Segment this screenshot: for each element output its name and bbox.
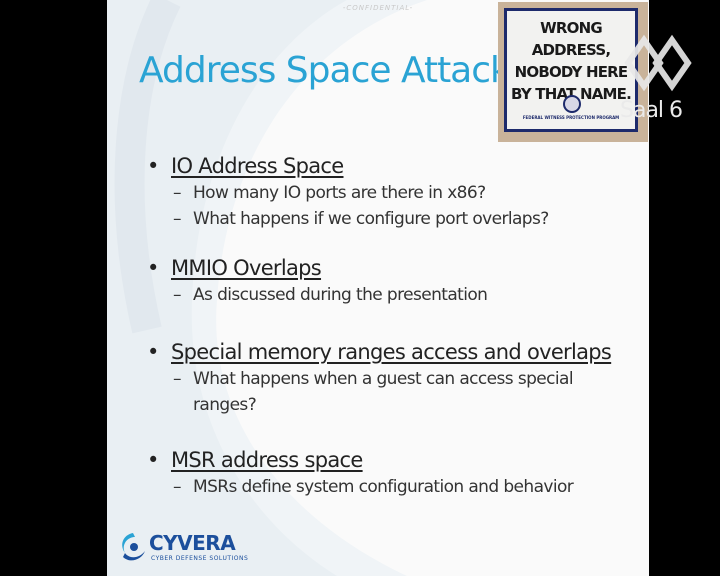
cyvera-logo: CYVERA CYBER DEFENSE SOLUTIONS [119, 531, 248, 567]
bullet-text: MSR address space [171, 448, 363, 472]
bullet-group: • Special memory ranges access and overla… [147, 338, 637, 418]
brand-tagline: CYBER DEFENSE SOLUTIONS [151, 555, 249, 562]
bullet-group: • MMIO Overlaps – As discussed during the … [147, 254, 637, 308]
sub-bullet-item: – How many IO ports are there in x86? [173, 183, 486, 203]
sign-text: WRONG ADDRESS, NOBODY HERE BY THAT NAME. [511, 19, 632, 103]
bullet-group: • IO Address Space – How many IO ports are… [147, 152, 637, 232]
bullet-item: • IO Address Space [147, 154, 344, 178]
cyvera-swirl-icon [122, 533, 145, 561]
bullet-item: • Special memory ranges access and overla… [147, 340, 612, 364]
bullet-list: • IO Address Space – How many IO ports are… [147, 152, 637, 500]
sub-bullet-item: – As discussed during the presentation [173, 285, 488, 305]
bullet-text: Special memory ranges access and overlap… [171, 340, 612, 364]
sign-small-text: FEDERAL WITNESS PROTECTION PROGRAM [522, 115, 620, 120]
sub-bullet-item: – What happens when a guest can access sp… [173, 369, 574, 415]
sign: WRONG ADDRESS, NOBODY HERE BY THAT NAME.… [504, 8, 638, 132]
slide-title: Address Space Attacks [139, 50, 529, 91]
sub-bullet-item: – What happens if we configure port overl… [173, 209, 549, 229]
sub-bullet-item: – MSRs define system configuration and be… [173, 477, 574, 497]
bullet-item: • MSR address space [147, 448, 363, 472]
bullet-text: IO Address Space [171, 154, 344, 178]
brand-name: CYVERA [149, 531, 236, 555]
bullet-group: • MSR address space – MSRs define system c… [147, 446, 637, 500]
channel-logo-icon [624, 34, 692, 92]
bullet-item: • MMIO Overlaps [147, 256, 322, 280]
seal-icon [563, 95, 581, 113]
room-label: Saal 6 [620, 98, 683, 123]
bullet-text: MMIO Overlaps [171, 256, 322, 280]
